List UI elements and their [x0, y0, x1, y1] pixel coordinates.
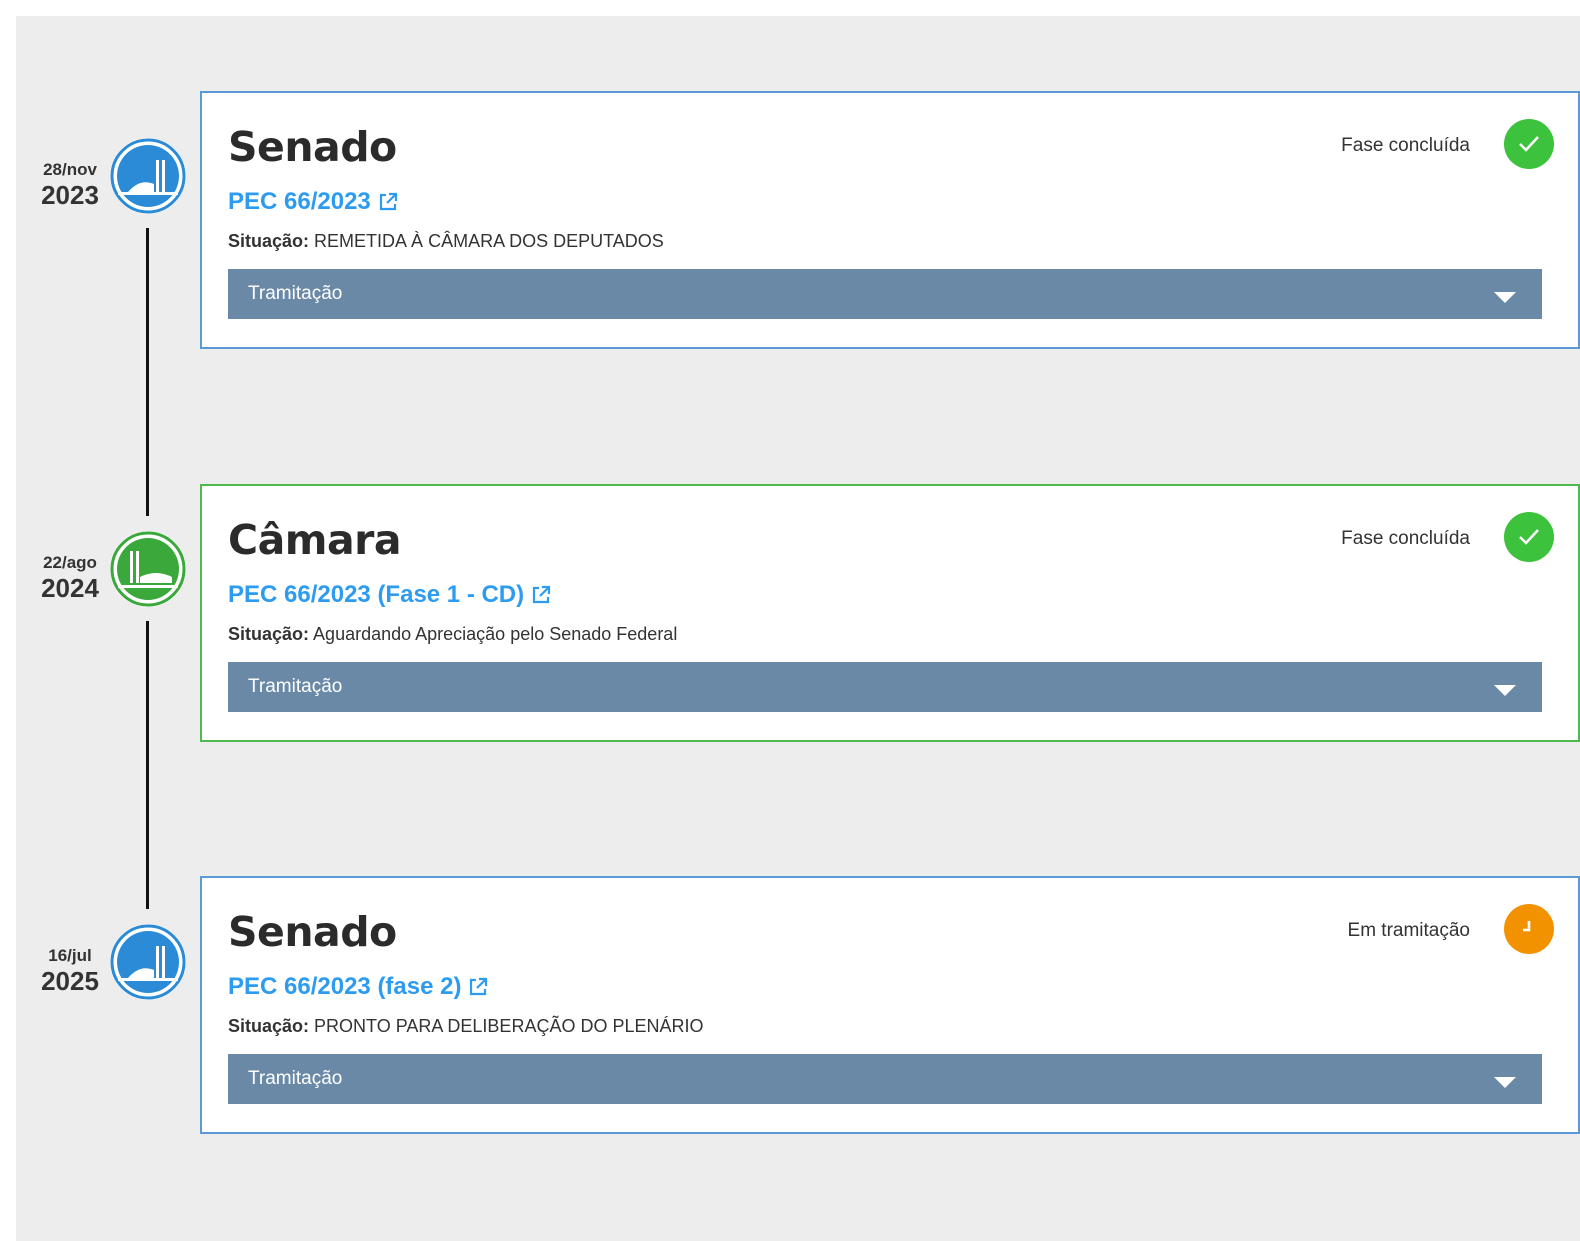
- check-icon: [1504, 119, 1554, 169]
- chevron-down-icon: [1494, 291, 1516, 303]
- situation-line: Situação: REMETIDA À CÂMARA DOS DEPUTADO…: [228, 231, 664, 252]
- house-title: Câmara: [228, 516, 402, 564]
- situation-line: Situação: PRONTO PARA DELIBERAÇÃO DO PLE…: [228, 1016, 703, 1037]
- phase-status-text: Fase concluída: [1341, 135, 1470, 156]
- situation-value: REMETIDA À CÂMARA DOS DEPUTADOS: [314, 231, 664, 251]
- situation-line: Situação: Aguardando Apreciação pelo Sen…: [228, 624, 677, 645]
- date-year: 2023: [41, 180, 99, 210]
- chevron-down-icon: [1494, 1076, 1516, 1088]
- senado-dome-icon: [110, 924, 186, 1000]
- timeline-date: 28/nov 2023: [30, 160, 110, 210]
- timeline-connector: [146, 621, 149, 909]
- tramitacao-accordion[interactable]: Tramitação: [228, 662, 1542, 712]
- clock-icon: [1504, 904, 1554, 954]
- check-icon: [1504, 512, 1554, 562]
- date-year: 2024: [41, 573, 99, 603]
- accordion-label: Tramitação: [248, 676, 343, 697]
- date-day-month: 22/ago: [43, 553, 97, 572]
- situation-label: Situação:: [228, 1016, 310, 1036]
- timeline-connector: [146, 228, 149, 516]
- situation-value: Aguardando Apreciação pelo Senado Federa…: [313, 624, 678, 644]
- situation-value: PRONTO PARA DELIBERAÇÃO DO PLENÁRIO: [314, 1016, 704, 1036]
- phase-card-senado-1: Senado PEC 66/2023 Situação: REMETIDA À …: [200, 91, 1580, 349]
- camara-building-icon: [110, 531, 186, 607]
- situation-label: Situação:: [228, 231, 310, 251]
- accordion-label: Tramitação: [248, 1068, 343, 1089]
- accordion-label: Tramitação: [248, 283, 343, 304]
- proposal-link-text: PEC 66/2023 (Fase 1 - CD): [228, 581, 525, 608]
- external-link-icon: [379, 192, 397, 211]
- timeline-date: 16/jul 2025: [30, 946, 110, 996]
- senado-dome-icon: [110, 138, 186, 214]
- date-day-month: 16/jul: [48, 946, 92, 965]
- house-title: Senado: [228, 123, 397, 171]
- external-link-icon: [470, 977, 488, 996]
- phase-status-text: Fase concluída: [1341, 528, 1470, 549]
- external-link-icon: [533, 585, 551, 604]
- phase-card-camara: Câmara PEC 66/2023 (Fase 1 - CD) Situaçã…: [200, 484, 1580, 742]
- chevron-down-icon: [1494, 684, 1516, 696]
- date-year: 2025: [41, 966, 99, 996]
- proposal-link-text: PEC 66/2023 (fase 2): [228, 973, 462, 1000]
- phase-card-senado-2: Senado PEC 66/2023 (fase 2) Situação: PR…: [200, 876, 1580, 1134]
- date-day-month: 28/nov: [43, 160, 97, 179]
- proposal-link[interactable]: PEC 66/2023: [228, 188, 399, 216]
- timeline-date: 22/ago 2024: [30, 553, 110, 603]
- phase-status-text: Em tramitação: [1347, 920, 1470, 941]
- house-title: Senado: [228, 908, 397, 956]
- tramitacao-accordion[interactable]: Tramitação: [228, 1054, 1542, 1104]
- tramitacao-accordion[interactable]: Tramitação: [228, 269, 1542, 319]
- situation-label: Situação:: [228, 624, 310, 644]
- proposal-link[interactable]: PEC 66/2023 (fase 2): [228, 973, 489, 1001]
- proposal-link-text: PEC 66/2023: [228, 188, 371, 215]
- proposal-link[interactable]: PEC 66/2023 (Fase 1 - CD): [228, 581, 552, 609]
